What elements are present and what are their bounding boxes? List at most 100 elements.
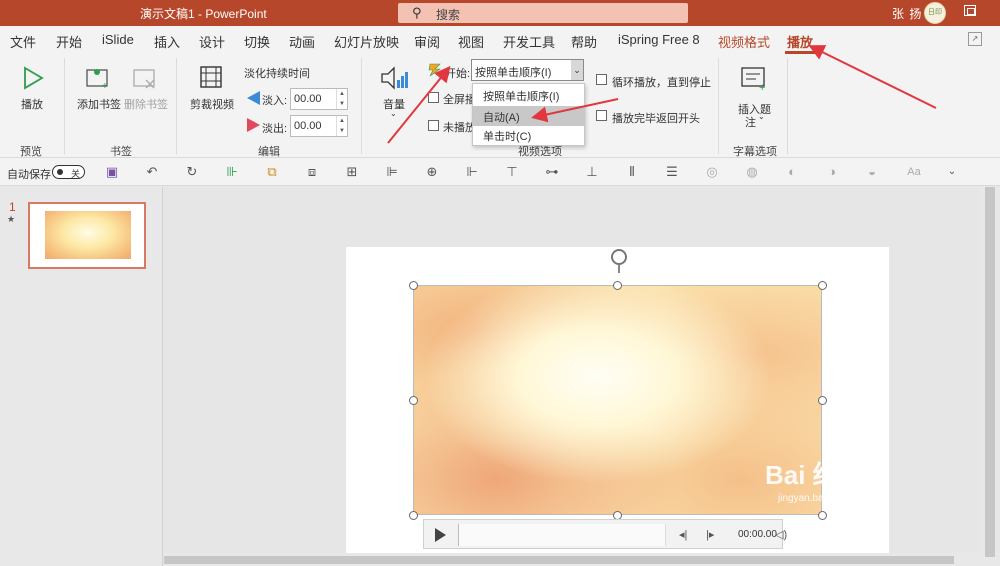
tab-transitions[interactable]: 切换 [244,32,270,51]
slide-thumbnail[interactable] [28,202,146,269]
trim-video-button[interactable]: 剪裁视频 [190,96,234,112]
start-select[interactable]: 按照单击顺序(I) ⌄ [471,59,584,81]
step-forward-icon[interactable]: |▸ [706,528,714,541]
select-object-icon[interactable]: ⧉ [264,164,280,180]
video-object[interactable] [413,285,822,515]
ungroup-objects-icon[interactable]: ⊞ [344,164,360,180]
autosave-toggle[interactable]: 关 [52,165,85,179]
step-back-icon[interactable]: ◂| [679,528,687,541]
slide-thumbnails-pane: 1 ★ [0,187,163,566]
tab-animations[interactable]: 动画 [289,32,315,51]
fade-in-input[interactable]: 00.00 ▲ ▼ [290,88,348,110]
distribute-horizontal-icon[interactable]: ⫴ [624,164,640,180]
align-right-icon[interactable]: ⊩ [464,164,480,180]
player-play-icon[interactable] [435,528,446,542]
tab-view[interactable]: 视图 [458,32,484,51]
title-bar: 演示文稿1 - PowerPoint ⚲ 搜索 张 扬 日印记 [0,0,1000,36]
align-left-icon[interactable]: ⊫ [384,164,400,180]
resize-handle[interactable] [818,281,827,290]
user-name[interactable]: 张 扬 [892,5,922,22]
tab-developer[interactable]: 开发工具 [503,32,555,51]
trim-video-icon[interactable] [199,64,223,90]
align-bottom-icon[interactable]: ⊥ [584,164,600,180]
chevron-down-icon[interactable]: ⌄ [390,109,397,118]
tab-slideshow[interactable]: 幻灯片放映 [334,32,399,51]
horizontal-scroll-thumb[interactable] [164,556,954,564]
tab-video-format[interactable]: 视频格式 [718,32,770,51]
volume-icon[interactable] [380,66,408,92]
search-box[interactable]: ⚲ 搜索 [398,3,688,23]
insert-captions-button-line2[interactable]: 注 [745,114,756,130]
slide-canvas: ◂| |▸ 00:00.00 ◁) [164,187,980,566]
add-bookmark-button[interactable]: 添加书签 [77,96,121,112]
tab-ispring[interactable]: iSpring Free 8 [618,32,700,47]
shape-fragment-icon[interactable]: ◐ [784,164,800,180]
play-icon[interactable] [22,66,44,90]
align-top-icon[interactable]: ⊤ [504,164,520,180]
play-preview-button[interactable]: 播放 [21,96,43,112]
fullscreen-checkbox[interactable] [428,92,439,103]
align-middle-icon[interactable]: ⊶ [544,164,560,180]
start-select-value: 按照单击顺序(I) [475,67,552,79]
insert-captions-icon[interactable]: + [740,66,768,92]
redo-icon[interactable]: ↻ [184,164,200,180]
distribute-icon[interactable]: ⊪ [224,164,240,180]
save-icon[interactable]: ▣ [104,164,120,180]
resize-handle[interactable] [613,281,622,290]
loop-checkbox[interactable] [596,74,607,85]
tab-review[interactable]: 审阅 [414,32,440,51]
chevron-down-icon[interactable]: ⌄ [758,112,765,121]
remove-bookmark-icon [133,69,155,89]
shape-combine-icon[interactable]: ◍ [744,164,760,180]
spin-arrows-icon[interactable]: ▲ ▼ [336,116,347,136]
tab-home[interactable]: 开始 [56,32,82,51]
dropdown-option-when-clicked[interactable]: 单击时(C) [473,125,584,145]
fade-in-label: 淡入: [262,95,288,107]
restore-window-icon[interactable] [964,5,976,16]
search-icon: ⚲ [412,5,422,20]
align-center-icon[interactable]: ⊕ [424,164,440,180]
avatar[interactable]: 日印记 [924,2,946,36]
shape-subtract-icon[interactable]: ◒ [864,164,880,180]
undo-icon[interactable]: ↶ [144,164,160,180]
resize-handle[interactable] [409,511,418,520]
spin-arrows-icon[interactable]: ▲ ▼ [336,89,347,109]
player-progress-track[interactable] [458,524,666,546]
tab-design[interactable]: 设计 [199,32,225,51]
rewind-checkbox[interactable] [596,110,607,121]
tab-file[interactable]: 文件 [10,32,36,51]
vertical-scrollbar[interactable] [980,187,1000,566]
resize-handle[interactable] [409,281,418,290]
vertical-scroll-thumb[interactable] [985,187,995,557]
tab-help[interactable]: 帮助 [571,32,597,51]
start-label: 开始: [445,68,471,80]
start-dropdown-menu: 按照单击顺序(I) 自动(A) 单击时(C) [472,83,585,146]
fade-out-input[interactable]: 00.00 ▲ ▼ [290,115,348,137]
group-preview-label: 预览 [20,146,42,158]
player-volume-icon[interactable]: ◁) [775,528,787,541]
tab-playback[interactable]: 播放 [784,32,816,54]
customize-toolbar-icon[interactable]: ⌄ [944,164,960,180]
add-bookmark-icon[interactable]: + [85,66,111,90]
ribbon-options-icon[interactable]: ↗ [968,32,982,46]
group-objects-icon[interactable]: ⧈ [304,164,320,180]
resize-handle[interactable] [818,396,827,405]
rotate-handle-icon[interactable] [611,249,627,273]
distribute-vertical-icon[interactable]: ☰ [664,164,680,180]
group-divider [787,58,788,154]
fade-in-icon [247,91,260,105]
hide-not-playing-checkbox[interactable] [428,120,439,131]
shape-union-icon[interactable]: ◎ [704,164,720,180]
tab-insert[interactable]: 插入 [154,32,180,51]
resize-handle[interactable] [409,396,418,405]
dropdown-option-in-click-sequence[interactable]: 按照单击顺序(I) [473,85,584,105]
chevron-down-icon[interactable]: ⌄ [571,60,583,80]
font-button[interactable]: Aa [902,164,926,180]
group-editing-label: 编辑 [258,146,280,158]
tab-islide[interactable]: iSlide [102,32,134,47]
dropdown-option-automatically[interactable]: 自动(A) [473,106,584,126]
horizontal-scrollbar[interactable] [164,553,980,566]
resize-handle[interactable] [818,511,827,520]
shape-intersect-icon[interactable]: ◑ [824,164,840,180]
watermark-url: jingyan.baidu.com [778,493,859,504]
